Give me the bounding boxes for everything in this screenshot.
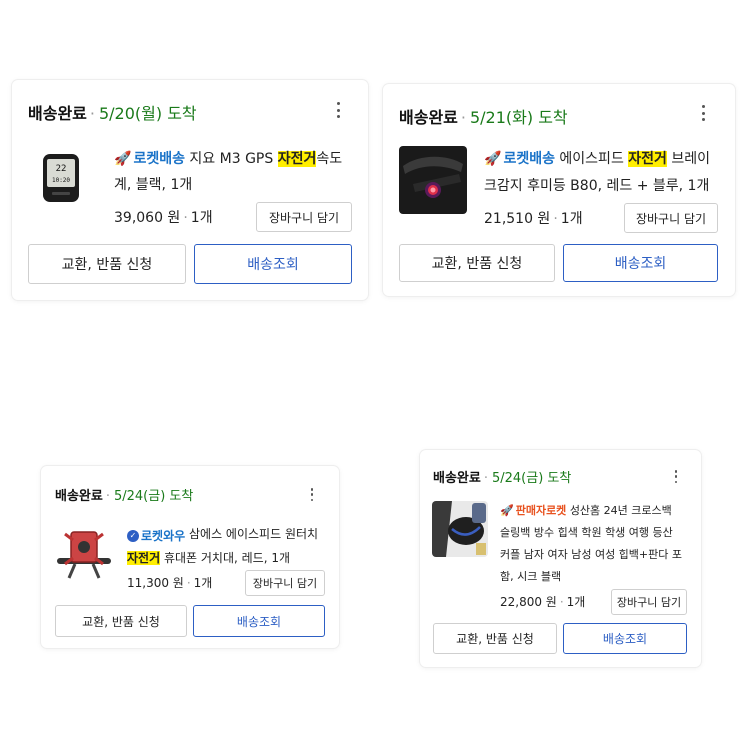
delivery-status: 배송완료 [433,471,481,486]
product-image[interactable]: 22 10:20 [28,144,94,210]
price: 22,800 원 [500,595,557,609]
price-quantity: 21,510 원 · 1개 [484,211,583,227]
bike-tail-light-image [399,146,467,214]
arrival-date: 5/20(월) 도착 [98,104,197,123]
separator-dot: · [460,108,466,127]
more-options-icon[interactable] [671,470,681,483]
more-options-icon[interactable] [307,488,317,501]
track-delivery-button[interactable]: 배송조회 [563,623,687,654]
arrival-date: 5/24(금) 도착 [491,471,572,486]
rocket-wow-badge: ✓ 로켓와우 [127,525,185,547]
track-delivery-button[interactable]: 배송조회 [194,244,352,284]
delivery-status: 배송완료 [399,108,458,127]
order-header: 배송완료 · 5/20(월) 도착 [28,100,197,124]
search-keyword-highlight: 자전거 [628,151,667,167]
exchange-return-button[interactable]: 교환, 반품 신청 [399,244,555,282]
more-options-icon[interactable] [697,105,709,121]
svg-text:10:20: 10:20 [52,177,70,184]
product-image[interactable] [55,524,113,582]
quantity: 1개 [560,211,583,227]
order-card: 배송완료 · 5/21(화) 도착 🚀 로켓배송 에이스피드 자전거 브레이 크감… [383,84,735,296]
order-card: 배송완료 · 5/24(금) 도착 ✓ 로켓와우 삼에스 에이스피드 원터치 자전… [41,466,339,648]
quantity: 1개 [190,210,213,226]
exchange-return-button[interactable]: 교환, 반품 신청 [28,244,186,284]
sling-bag-image [432,501,488,557]
order-header: 배송완료 · 5/24(금) 도착 [55,485,193,504]
order-header: 배송완료 · 5/21(화) 도착 [399,104,568,128]
delivery-status: 배송완료 [28,104,87,123]
add-to-cart-button[interactable]: 장바구니 담기 [245,570,325,596]
delivery-status: 배송완료 [55,489,103,504]
product-image[interactable] [399,146,467,214]
price-quantity: 39,060 원 · 1개 [114,210,213,226]
add-to-cart-button[interactable]: 장바구니 담기 [624,203,718,233]
arrival-date: 5/21(화) 도착 [469,108,568,127]
product-title[interactable]: 🚀 로켓배송 지요 M3 GPS 자전거속도 계, 블랙, 1개 [114,146,358,198]
rocket-icon: 🚀 [114,151,132,167]
more-options-icon[interactable] [332,102,344,118]
search-keyword-highlight: 자전거 [127,551,161,565]
seller-rocket-badge: 🚀 판매자로켓 [500,500,566,522]
exchange-return-button[interactable]: 교환, 반품 신청 [55,605,187,637]
arrival-date: 5/24(금) 도착 [113,489,194,504]
quantity: 1개 [193,576,213,590]
price: 21,510 원 [484,211,551,227]
separator-dot: · [89,104,95,123]
exchange-return-button[interactable]: 교환, 반품 신청 [433,623,557,654]
svg-text:22: 22 [56,164,67,174]
rocket-delivery-badge: 🚀 로켓배송 [484,146,555,173]
product-image[interactable] [432,501,488,557]
order-card: 배송완료 · 5/24(금) 도착 🚀 판매자로켓 성산홈 24년 크로스백 슬링… [420,450,701,667]
product-title[interactable]: ✓ 로켓와우 삼에스 에이스피드 원터치 자전거 휴대폰 거치대, 레드, 1개 [127,523,337,569]
rocket-delivery-badge: 🚀 로켓배송 [114,146,185,172]
separator-dot: · [483,471,488,486]
rocket-icon: 🚀 [484,151,502,167]
add-to-cart-button[interactable]: 장바구니 담기 [611,589,687,615]
price: 39,060 원 [114,210,181,226]
gps-bike-computer-image: 22 10:20 [28,144,94,210]
price: 11,300 원 [127,576,184,590]
product-title[interactable]: 🚀 판매자로켓 성산홈 24년 크로스백 슬링백 방수 힙색 학원 학생 여행 등… [500,500,696,588]
track-delivery-button[interactable]: 배송조회 [563,244,718,282]
quantity: 1개 [566,595,586,609]
price-quantity: 22,800 원 · 1개 [500,595,586,609]
add-to-cart-button[interactable]: 장바구니 담기 [256,202,352,232]
seller-rocket-icon: 🚀 [500,504,514,517]
search-keyword-highlight: 자전거 [277,151,317,167]
order-header: 배송완료 · 5/24(금) 도착 [433,467,571,486]
phone-holder-image [55,524,113,582]
rocket-wow-icon: ✓ [127,530,139,542]
track-delivery-button[interactable]: 배송조회 [193,605,325,637]
price-quantity: 11,300 원 · 1개 [127,576,213,590]
order-card: 배송완료 · 5/20(월) 도착 22 10:20 🚀 로켓배송 지요 M3 G… [12,80,368,300]
product-title[interactable]: 🚀 로켓배송 에이스피드 자전거 브레이 크감지 후미등 B80, 레드 + 블루… [484,146,730,200]
separator-dot: · [105,489,110,504]
